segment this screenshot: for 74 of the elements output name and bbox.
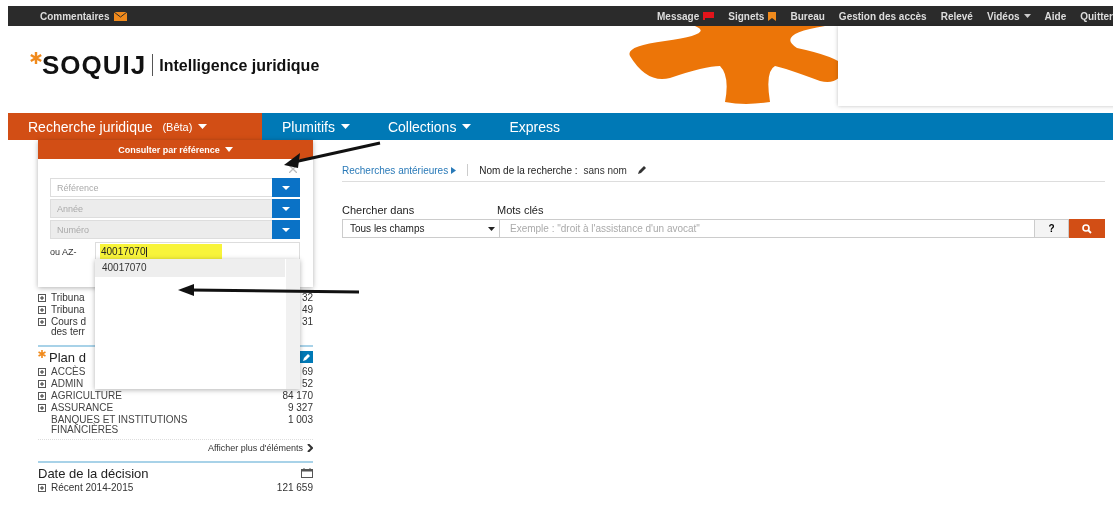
envelope-icon: [114, 11, 128, 21]
keywords-label: Mots clés: [497, 204, 544, 216]
section-title: Plan d: [49, 349, 87, 365]
top-link[interactable]: Aide: [1044, 10, 1067, 22]
expand-icon[interactable]: [38, 484, 46, 492]
top-link[interactable]: Quitter: [1080, 10, 1113, 22]
feedback-link[interactable]: Commentaires: [40, 10, 110, 22]
facet-label[interactable]: BANQUES ET INSTITUTIONS FINANCIÈRES: [51, 415, 188, 435]
search-button[interactable]: [1069, 219, 1105, 238]
facet-label[interactable]: ASSURANCE: [51, 403, 114, 413]
top-link[interactable]: Relevé: [940, 10, 973, 22]
keywords-input-field[interactable]: Exemple : "droit à l'assistance d'un avocat": [500, 219, 1035, 238]
expand-icon[interactable]: [38, 306, 46, 314]
edit-icon[interactable]: [300, 351, 313, 363]
facet-label[interactable]: ACCÈS: [51, 367, 86, 377]
facet-label[interactable]: AGRICULTURE: [51, 391, 122, 401]
search-icon: [1082, 223, 1092, 234]
nav-tab[interactable]: Collections: [367, 113, 490, 140]
flag-icon: [703, 12, 715, 20]
suggestion-item[interactable]: 40017070: [95, 259, 285, 277]
expand-icon[interactable]: [38, 368, 46, 376]
nav-tab[interactable]: Express: [489, 113, 578, 140]
show-more-link[interactable]: Afficher plus d'éléments: [207, 443, 303, 453]
pencil-icon[interactable]: [636, 165, 647, 175]
scope-select[interactable]: Tous les champs: [342, 219, 500, 238]
caret-icon: [1023, 14, 1031, 18]
caret-icon: [282, 185, 290, 190]
top-link[interactable]: Bureau: [790, 10, 825, 22]
nav-tab[interactable]: Plumitifs: [262, 113, 368, 140]
triangle-right-icon: [451, 166, 457, 174]
facet-label[interactable]: Tribuna: [51, 305, 85, 315]
tagline: Intelligence juridique: [159, 57, 320, 75]
scrollbar[interactable]: [286, 259, 300, 389]
facet-count: 49: [301, 305, 313, 315]
facet-count: 84 170: [282, 391, 313, 401]
search-name-value: sans nom: [583, 164, 627, 176]
expand-icon[interactable]: [38, 392, 46, 400]
caret-icon: [282, 227, 290, 232]
asterisk-icon: [30, 52, 42, 64]
help-button[interactable]: ?: [1035, 219, 1069, 238]
calendar-icon: [301, 468, 313, 478]
brand-logo: SOQUIJ: [42, 52, 147, 78]
caret-icon: [488, 226, 495, 231]
az-label: ou AZ-: [50, 246, 78, 257]
expand-icon[interactable]: [38, 404, 46, 412]
facet-count: 52: [301, 379, 313, 389]
top-link[interactable]: Message: [657, 10, 700, 22]
chevron-right-icon: [307, 444, 313, 452]
search-name-label: Nom de la recherche :: [479, 164, 578, 176]
nav-tab[interactable]: Recherche juridique (Bêta): [8, 113, 262, 140]
history-link[interactable]: Recherches antérieures: [342, 164, 449, 176]
facet-label[interactable]: ADMIN: [51, 379, 84, 389]
facet-count: 32: [301, 293, 313, 303]
expand-icon[interactable]: [38, 318, 46, 326]
caret-icon: [282, 206, 290, 211]
caret-icon: [224, 147, 233, 152]
expand-icon[interactable]: [38, 380, 46, 388]
close-icon[interactable]: [289, 165, 297, 173]
scope-label: Chercher dans: [342, 204, 416, 216]
facet-count: 121 659: [276, 483, 313, 493]
expand-icon[interactable]: [38, 294, 46, 302]
facet-count: 31: [301, 317, 313, 327]
facet-label[interactable]: Récent 2014-2015: [51, 483, 134, 493]
facet-count: 1 003: [287, 415, 313, 425]
top-link[interactable]: Signets: [728, 10, 765, 22]
bookmark-icon: [768, 11, 777, 21]
facet-count: 69: [301, 367, 313, 377]
facet-label[interactable]: Cours d des terr: [51, 317, 86, 337]
top-link[interactable]: Vidéos: [986, 10, 1020, 22]
section-title: Date de la décision: [38, 465, 150, 481]
facet-label[interactable]: Tribuna: [51, 293, 85, 303]
asterisk-icon: [38, 349, 46, 360]
top-link[interactable]: Gestion des accès: [838, 10, 927, 22]
facet-count: 9 327: [287, 403, 313, 413]
